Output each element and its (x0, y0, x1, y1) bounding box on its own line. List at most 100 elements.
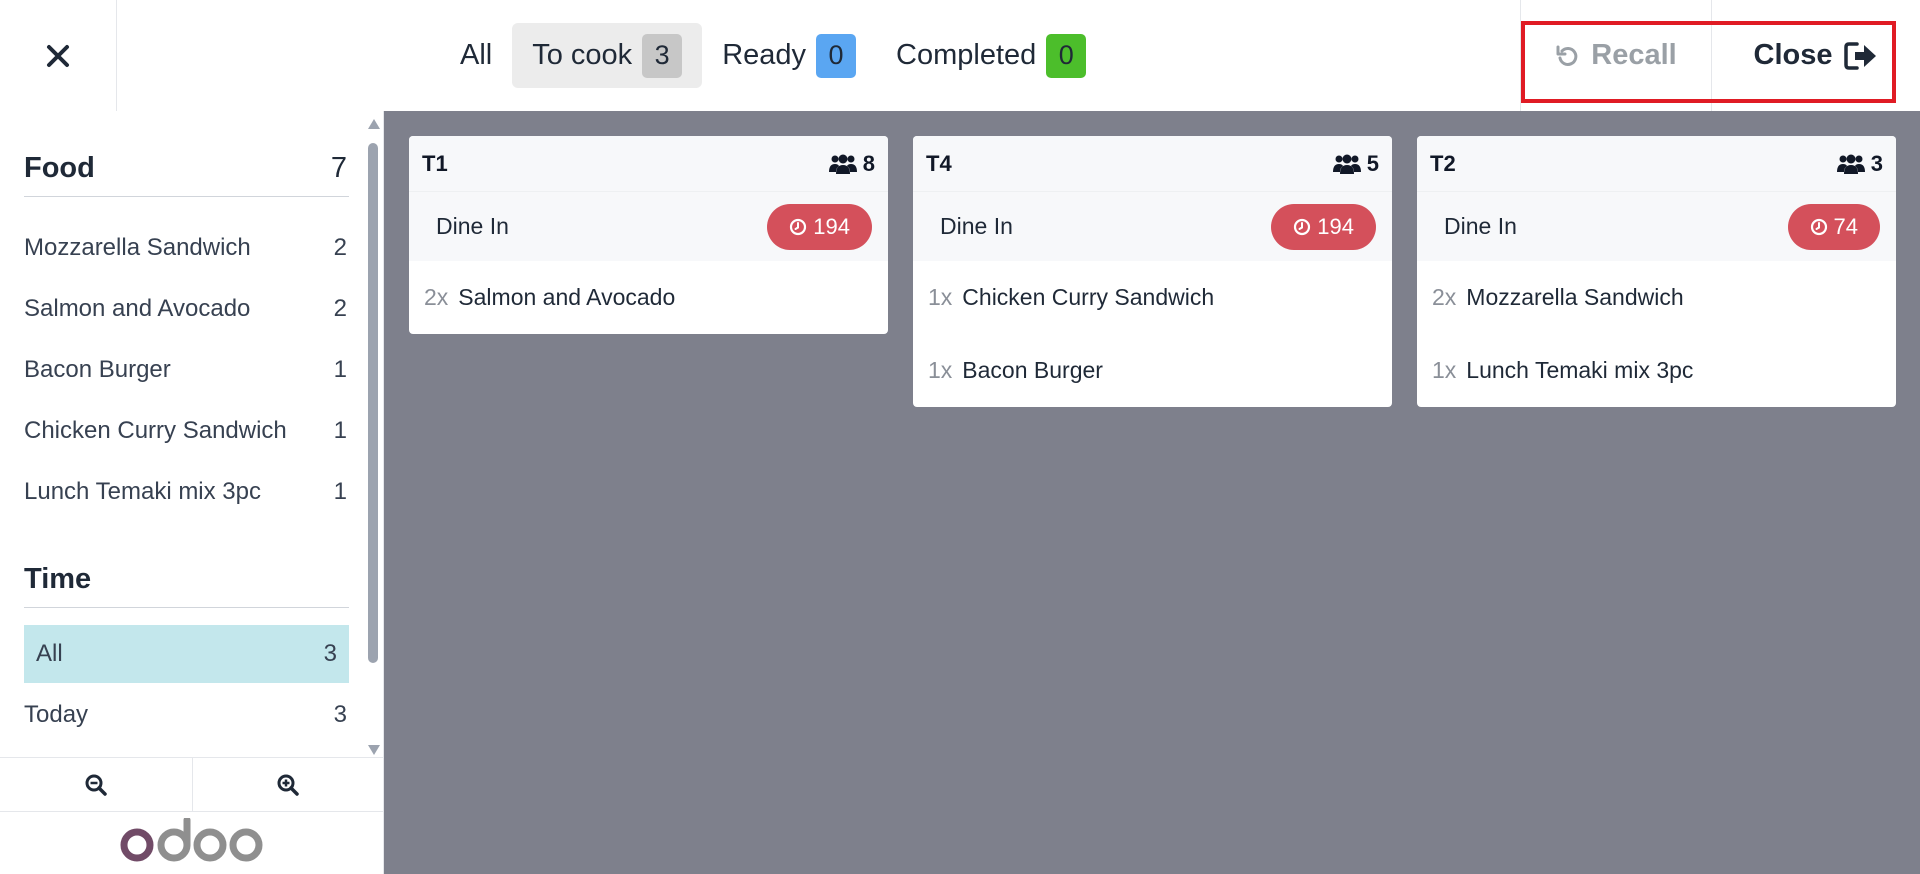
guests-number: 8 (862, 150, 875, 176)
scroll-thumb[interactable] (368, 143, 378, 663)
users-icon (1332, 154, 1361, 174)
order-card[interactable]: T2 3 Dine In 74 2x Mozzarella Sandwich 1… (1417, 136, 1896, 407)
timer-badge: 194 (767, 203, 872, 250)
odoo-logo-icon (120, 818, 263, 862)
order-card[interactable]: T1 8 Dine In 194 2x Salmon and Avocado (409, 136, 888, 334)
order-line[interactable]: 2x Mozzarella Sandwich (1417, 261, 1896, 334)
food-item-lunch-temaki-mix[interactable]: Lunch Temaki mix 3pc 1 (24, 463, 349, 521)
zoom-controls (0, 757, 384, 812)
line-qty: 1x (928, 357, 953, 383)
timer-badge: 194 (1271, 203, 1376, 250)
order-lines: 2x Salmon and Avocado (409, 261, 888, 334)
tab-completed-label: Completed (896, 39, 1037, 71)
food-item-mozzarella-sandwich[interactable]: Mozzarella Sandwich 2 (24, 219, 349, 277)
line-qty: 2x (1432, 284, 1457, 310)
line-name: Bacon Burger (962, 357, 1103, 383)
food-item-salmon-and-avocado[interactable]: Salmon and Avocado 2 (24, 280, 349, 338)
time-item-count: 3 (323, 640, 337, 667)
food-item-label: Mozzarella Sandwich (24, 234, 251, 261)
food-item-count: 1 (333, 417, 347, 444)
line-qty: 1x (1432, 357, 1457, 383)
order-type: Dine In (1444, 213, 1517, 239)
zoom-in-icon (277, 774, 299, 796)
zoom-out-button[interactable] (0, 758, 193, 811)
order-lines: 2x Mozzarella Sandwich 1x Lunch Temaki m… (1417, 261, 1896, 407)
top-actions: Recall Close (1520, 0, 1920, 111)
users-icon (828, 154, 857, 174)
recall-label: Recall (1591, 39, 1677, 71)
clock-icon (1810, 218, 1827, 235)
time-item-all[interactable]: All 3 (24, 625, 349, 683)
order-line[interactable]: 1x Chicken Curry Sandwich (913, 261, 1392, 334)
timer-value: 74 (1833, 213, 1858, 239)
tab-ready-label: Ready (722, 39, 807, 71)
status-tabs: All To cook 3 Ready 0 Completed 0 (440, 23, 1106, 88)
table-number: T4 (926, 150, 952, 176)
scroll-down-arrow-icon[interactable] (368, 745, 380, 755)
clock-icon (1294, 218, 1311, 235)
zoom-in-button[interactable] (193, 758, 385, 811)
guests-number: 3 (1870, 150, 1883, 176)
zoom-out-icon (85, 774, 107, 796)
time-section-header: Time (24, 552, 349, 608)
completed-count-badge: 0 (1046, 33, 1087, 78)
guests-count: 5 (1332, 150, 1379, 177)
food-item-count: 1 (333, 478, 347, 505)
order-line[interactable]: 2x Salmon and Avocado (409, 261, 888, 334)
tab-ready[interactable]: Ready 0 (702, 23, 876, 88)
order-line[interactable]: 1x Bacon Burger (913, 334, 1392, 407)
guests-count: 3 (1836, 150, 1883, 177)
order-type: Dine In (940, 213, 1013, 239)
order-lines: 1x Chicken Curry Sandwich 1x Bacon Burge… (913, 261, 1392, 407)
order-card[interactable]: T4 5 Dine In 194 1x Chicken Curry Sandwi… (913, 136, 1392, 407)
close-x-button[interactable] (0, 0, 117, 111)
time-title: Time (24, 563, 92, 595)
guests-number: 5 (1366, 150, 1379, 176)
tab-to-cook[interactable]: To cook 3 (512, 23, 703, 88)
line-name: Mozzarella Sandwich (1466, 284, 1684, 310)
line-name: Salmon and Avocado (458, 284, 676, 310)
order-line[interactable]: 1x Lunch Temaki mix 3pc (1417, 334, 1896, 407)
timer-badge: 74 (1787, 203, 1880, 250)
order-card-subheader: Dine In 194 (409, 191, 888, 261)
clock-icon (790, 218, 807, 235)
line-qty: 1x (928, 284, 953, 310)
line-name: Chicken Curry Sandwich (962, 284, 1215, 310)
food-section-header: Food 7 (24, 141, 349, 197)
undo-icon (1556, 45, 1578, 66)
orders-area: T1 8 Dine In 194 2x Salmon and Avocado T… (384, 111, 1920, 874)
food-item-count: 2 (333, 295, 347, 322)
line-qty: 2x (424, 284, 449, 310)
table-number: T1 (422, 150, 448, 176)
tab-completed[interactable]: Completed 0 (876, 23, 1106, 88)
close-label: Close (1753, 39, 1833, 71)
food-item-label: Bacon Burger (24, 356, 171, 383)
food-item-count: 1 (333, 356, 347, 383)
sign-out-icon (1844, 41, 1877, 70)
scroll-up-arrow-icon[interactable] (368, 119, 380, 129)
odoo-logo (0, 812, 384, 874)
close-button[interactable]: Close (1712, 0, 1920, 111)
food-item-chicken-curry-sandwich[interactable]: Chicken Curry Sandwich 1 (24, 402, 349, 460)
users-icon (1836, 154, 1865, 174)
food-count: 7 (330, 152, 347, 184)
tab-all[interactable]: All (440, 23, 512, 88)
sidebar: Food 7 Mozzarella Sandwich 2 Salmon and … (0, 111, 384, 874)
table-number: T2 (1430, 150, 1456, 176)
timer-value: 194 (813, 213, 850, 239)
recall-button[interactable]: Recall (1520, 0, 1712, 111)
order-card-header: T2 3 (1417, 136, 1896, 191)
close-icon (47, 44, 69, 67)
order-card-subheader: Dine In 194 (913, 191, 1392, 261)
ready-count-badge: 0 (816, 33, 857, 78)
food-item-label: Salmon and Avocado (24, 295, 251, 322)
sidebar-scrollbar[interactable] (366, 119, 380, 755)
food-item-bacon-burger[interactable]: Bacon Burger 1 (24, 341, 349, 399)
sidebar-filters: Food 7 Mozzarella Sandwich 2 Salmon and … (0, 111, 366, 757)
food-item-label: Chicken Curry Sandwich (24, 417, 287, 444)
time-item-label: Today (24, 701, 89, 728)
line-name: Lunch Temaki mix 3pc (1466, 357, 1694, 383)
time-item-today[interactable]: Today 3 (24, 686, 349, 744)
order-card-header: T1 8 (409, 136, 888, 191)
order-type: Dine In (436, 213, 509, 239)
